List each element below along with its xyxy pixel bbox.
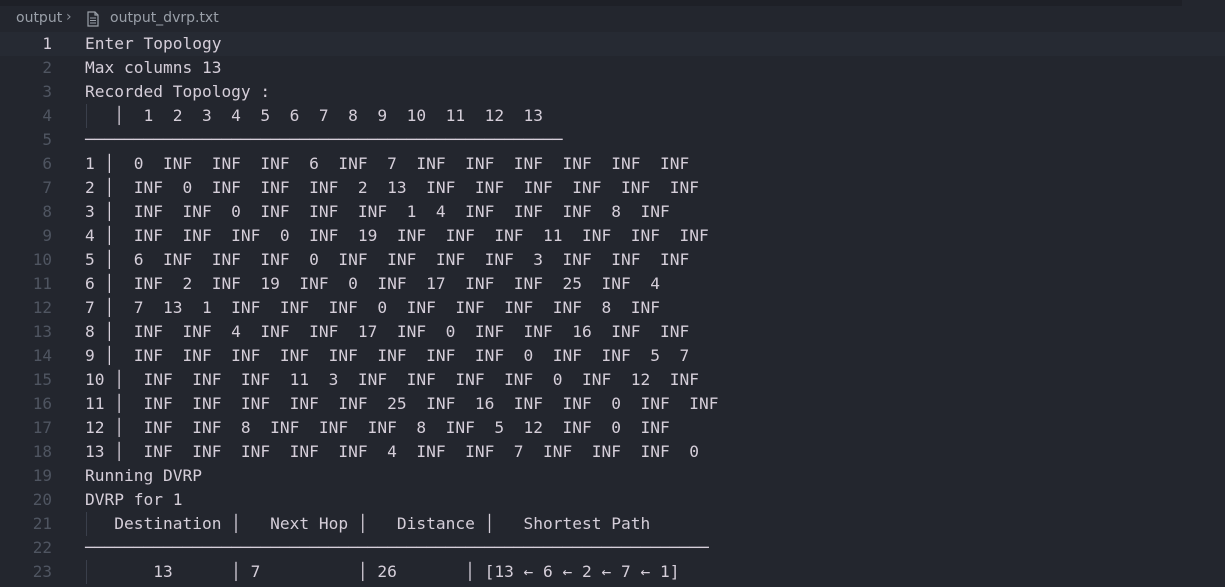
line-text[interactable]: 12 │ INF INF 8 INF INF INF 8 INF 5 12 IN… <box>85 416 670 440</box>
line-number: 4 <box>42 106 52 125</box>
editor-line[interactable]: 12 7 │ 7 13 1 INF INF INF 0 INF INF INF I… <box>0 296 1225 320</box>
line-number: 16 <box>32 394 52 413</box>
editor-line[interactable]: 16 11 │ INF INF INF INF INF 25 INF 16 INF… <box>0 392 1225 416</box>
line-number: 21 <box>32 514 52 533</box>
line-text[interactable]: 6 │ INF 2 INF 19 INF 0 INF 17 INF INF 25… <box>85 272 660 296</box>
line-number: 23 <box>32 562 52 581</box>
breadcrumb-folder[interactable]: output <box>16 10 62 26</box>
line-number: 3 <box>42 82 52 101</box>
line-number: 2 <box>42 58 52 77</box>
line-text[interactable]: 4 │ INF INF INF 0 INF 19 INF INF INF 11 … <box>85 224 709 248</box>
breadcrumb-file[interactable]: output_dvrp.txt <box>110 10 219 26</box>
line-text[interactable]: DVRP for 1 <box>85 488 182 512</box>
line-number: 5 <box>42 130 52 149</box>
line-text[interactable]: 8 │ INF INF 4 INF INF 17 INF 0 INF INF 1… <box>85 320 689 344</box>
line-text[interactable]: 11 │ INF INF INF INF INF 25 INF 16 INF I… <box>85 392 718 416</box>
line-text[interactable]: 5 │ 6 INF INF INF 0 INF INF INF INF 3 IN… <box>85 248 689 272</box>
editor-line[interactable]: 21 Destination │ Next Hop │ Distance │ S… <box>0 512 1225 536</box>
line-text[interactable]: Running DVRP <box>85 464 202 488</box>
line-number: 17 <box>32 418 52 437</box>
tab-strip <box>0 0 1182 6</box>
editor-line[interactable]: 20 DVRP for 1 <box>0 488 1225 512</box>
editor-line[interactable]: 13 8 │ INF INF 4 INF INF 17 INF 0 INF INF… <box>0 320 1225 344</box>
editor-line[interactable]: 23 13 │ 7 │ 26 │ [13 ← 6 ← 2 ← 7 ← 1] <box>0 560 1225 584</box>
editor-line[interactable]: 3 Recorded Topology : <box>0 80 1225 104</box>
line-text[interactable]: 7 │ 7 13 1 INF INF INF 0 INF INF INF INF… <box>85 296 660 320</box>
line-text[interactable]: Recorded Topology : <box>85 80 270 104</box>
line-number: 7 <box>42 178 52 197</box>
editor-line[interactable]: 8 3 │ INF INF 0 INF INF INF 1 4 INF INF I… <box>0 200 1225 224</box>
line-number: 6 <box>42 154 52 173</box>
line-text[interactable]: Destination │ Next Hop │ Distance │ Shor… <box>85 512 650 536</box>
line-number: 20 <box>32 490 52 509</box>
breadcrumb: output › output_dvrp.txt <box>0 8 1225 30</box>
file-text-icon <box>87 11 99 27</box>
line-number: 15 <box>32 370 52 389</box>
line-number: 13 <box>32 322 52 341</box>
editor-line[interactable]: 14 9 │ INF INF INF INF INF INF INF INF 0 … <box>0 344 1225 368</box>
line-number: 11 <box>32 274 52 293</box>
editor-line[interactable]: 9 4 │ INF INF INF 0 INF 19 INF INF INF 11… <box>0 224 1225 248</box>
editor-line[interactable]: 15 10 │ INF INF INF 11 3 INF INF INF INF … <box>0 368 1225 392</box>
line-text[interactable]: 13 │ 7 │ 26 │ [13 ← 6 ← 2 ← 7 ← 1] <box>85 560 679 584</box>
line-number: 19 <box>32 466 52 485</box>
breadcrumb-separator: › <box>66 9 72 25</box>
line-text[interactable]: ────────────────────────────────────────… <box>85 536 709 560</box>
line-number: 22 <box>32 538 52 557</box>
line-number: 14 <box>32 346 52 365</box>
editor-line[interactable]: 5 ───────────────────────────────────────… <box>0 128 1225 152</box>
editor-line[interactable]: 1 Enter Topology <box>0 32 1225 56</box>
line-number: 12 <box>32 298 52 317</box>
line-number: 10 <box>32 250 52 269</box>
line-text[interactable]: 2 │ INF 0 INF INF INF 2 13 INF INF INF I… <box>85 176 699 200</box>
editor-line[interactable]: 10 5 │ 6 INF INF INF 0 INF INF INF INF 3 … <box>0 248 1225 272</box>
line-text[interactable]: ────────────────────────────────────────… <box>85 128 563 152</box>
editor-line[interactable]: 19 Running DVRP <box>0 464 1225 488</box>
editor-line[interactable]: 2 Max columns 13 <box>0 56 1225 80</box>
editor-line[interactable]: 11 6 │ INF 2 INF 19 INF 0 INF 17 INF INF … <box>0 272 1225 296</box>
line-text[interactable]: Max columns 13 <box>85 56 221 80</box>
line-text[interactable]: Enter Topology <box>85 32 221 56</box>
editor-line[interactable]: 7 2 │ INF 0 INF INF INF 2 13 INF INF INF … <box>0 176 1225 200</box>
line-number: 1 <box>42 34 52 53</box>
line-text[interactable]: 1 │ 0 INF INF INF 6 INF 7 INF INF INF IN… <box>85 152 689 176</box>
line-text[interactable]: 9 │ INF INF INF INF INF INF INF INF 0 IN… <box>85 344 689 368</box>
editor-line[interactable]: 4 │ 1 2 3 4 5 6 7 8 9 10 11 12 13 <box>0 104 1225 128</box>
editor-line[interactable]: 18 13 │ INF INF INF INF INF 4 INF INF 7 I… <box>0 440 1225 464</box>
line-text[interactable]: │ 1 2 3 4 5 6 7 8 9 10 11 12 13 <box>85 104 543 128</box>
line-text[interactable]: 3 │ INF INF 0 INF INF INF 1 4 INF INF IN… <box>85 200 670 224</box>
editor-line[interactable]: 6 1 │ 0 INF INF INF 6 INF 7 INF INF INF I… <box>0 152 1225 176</box>
line-text[interactable]: 13 │ INF INF INF INF INF 4 INF INF 7 INF… <box>85 440 699 464</box>
line-number: 18 <box>32 442 52 461</box>
line-text[interactable]: 10 │ INF INF INF 11 3 INF INF INF INF 0 … <box>85 368 699 392</box>
line-number: 9 <box>42 226 52 245</box>
line-number: 8 <box>42 202 52 221</box>
editor-line[interactable]: 17 12 │ INF INF 8 INF INF INF 8 INF 5 12 … <box>0 416 1225 440</box>
editor-line[interactable]: 22 ──────────────────────────────────────… <box>0 536 1225 560</box>
